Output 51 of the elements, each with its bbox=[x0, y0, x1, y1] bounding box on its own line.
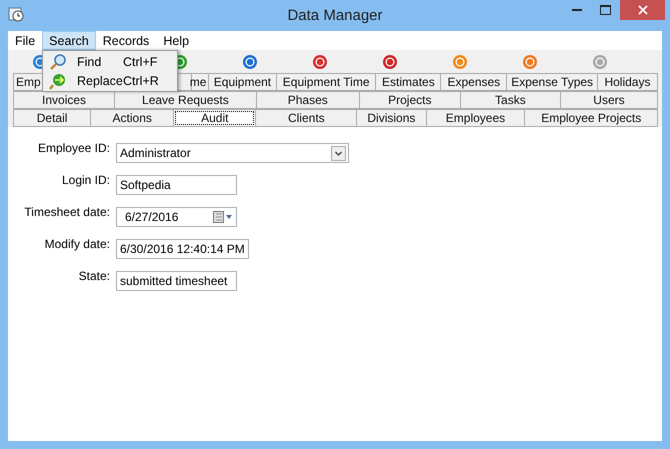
tab[interactable]: Detail bbox=[13, 109, 92, 127]
tab[interactable]: Projects bbox=[358, 91, 461, 109]
tab[interactable]: Invoices bbox=[13, 91, 116, 109]
menu-item[interactable]: Help bbox=[156, 31, 196, 50]
dropdown-field[interactable]: Administrator bbox=[116, 143, 349, 163]
toolbar-icon[interactable] bbox=[312, 54, 328, 70]
minimize-icon bbox=[572, 9, 582, 11]
menu-item[interactable]: Find Ctrl+F bbox=[43, 52, 177, 71]
toolbar-icon[interactable] bbox=[452, 54, 468, 70]
text-field[interactable]: Softpedia bbox=[116, 175, 237, 195]
field-label: Timesheet date: bbox=[23, 205, 111, 219]
tab[interactable]: Divisions bbox=[356, 109, 427, 127]
toolbar-icon[interactable] bbox=[522, 54, 538, 70]
field-label: Modify date: bbox=[44, 237, 111, 251]
tab[interactable]: Employee Projects bbox=[524, 109, 658, 127]
close-button[interactable] bbox=[620, 0, 665, 20]
field-label: Login ID: bbox=[60, 173, 111, 187]
text-field[interactable]: 6/30/2016 12:40:14 PM bbox=[116, 239, 249, 259]
menu-item[interactable]: Search bbox=[42, 31, 96, 50]
tab[interactable]: Employees bbox=[426, 109, 526, 127]
field-label: State: bbox=[78, 269, 111, 283]
tab[interactable]: Expenses bbox=[440, 73, 508, 91]
tab[interactable]: Phases bbox=[256, 91, 360, 109]
menu-item[interactable]: Records bbox=[96, 31, 156, 50]
field-label: Employee ID: bbox=[36, 141, 111, 155]
menu-item[interactable]: ReplaceCtrl+R bbox=[43, 71, 177, 90]
chevron-icon bbox=[331, 146, 346, 160]
tab[interactable]: Clients bbox=[255, 109, 358, 127]
toolbar-icon[interactable] bbox=[382, 54, 398, 70]
tab[interactable]: Audit bbox=[173, 109, 256, 127]
tab[interactable]: Holidays bbox=[596, 73, 658, 91]
tab[interactable]: Equipment bbox=[208, 73, 277, 91]
maximize-icon bbox=[600, 5, 611, 15]
calendar-icon[interactable] bbox=[213, 211, 233, 223]
menu-item[interactable]: File bbox=[8, 31, 42, 50]
tab[interactable]: Equipment Time bbox=[276, 73, 376, 91]
tab[interactable]: Leave Requests bbox=[114, 91, 257, 109]
tab[interactable]: Tasks bbox=[460, 91, 561, 109]
tab[interactable]: Actions bbox=[90, 109, 174, 127]
toolbar-icon[interactable] bbox=[242, 54, 258, 70]
magnifier-icon bbox=[49, 52, 67, 70]
tab[interactable]: Users bbox=[560, 91, 658, 109]
clock-icon bbox=[8, 6, 24, 22]
date-field[interactable]: 6/27/2016 bbox=[116, 207, 237, 227]
text-field[interactable]: submitted timesheet bbox=[116, 271, 237, 291]
tab[interactable]: Expense Types bbox=[506, 73, 598, 91]
close-icon bbox=[638, 5, 648, 15]
tab[interactable]: Estimates bbox=[375, 73, 442, 91]
replace-icon bbox=[49, 72, 67, 90]
window-title: Data Manager bbox=[287, 7, 383, 24]
tab[interactable]: me bbox=[191, 73, 209, 91]
